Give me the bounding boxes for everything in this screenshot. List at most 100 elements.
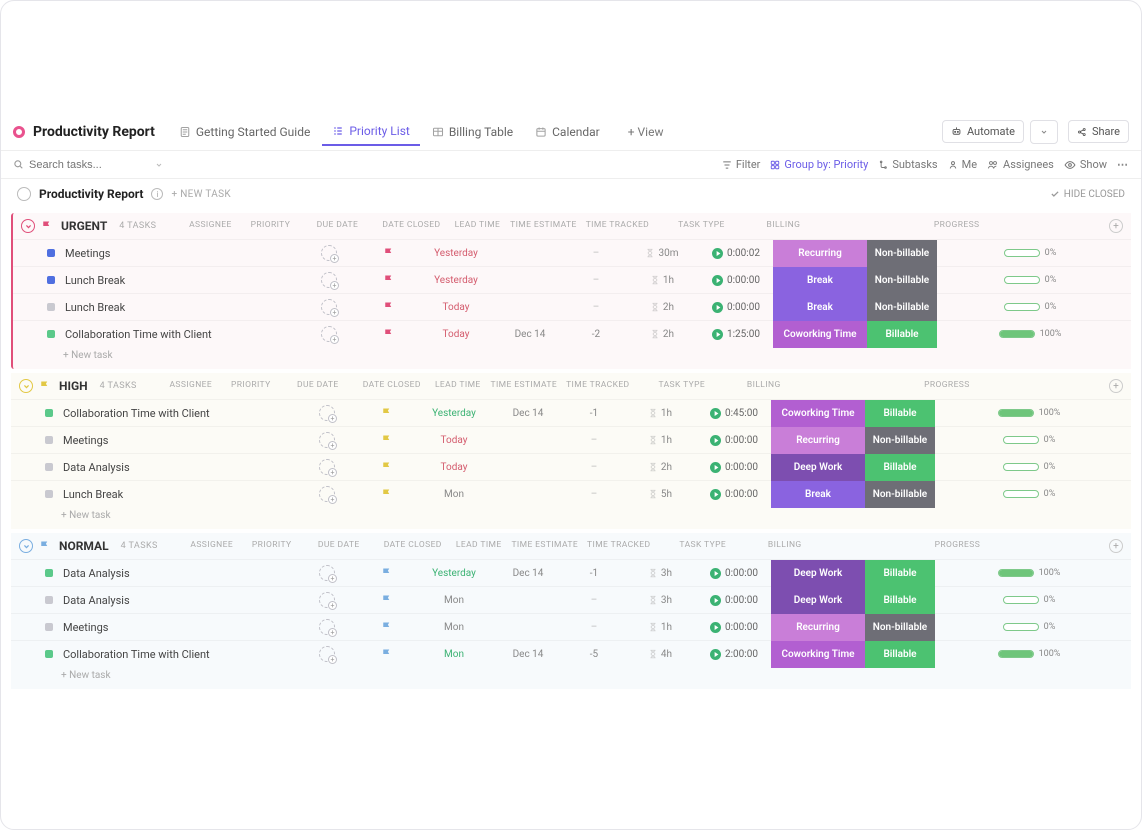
- task-type-cell[interactable]: Recurring: [773, 240, 867, 267]
- time-estimate-cell[interactable]: 1h: [623, 408, 697, 419]
- time-tracked-cell[interactable]: 0:00:00: [697, 595, 771, 606]
- task-name[interactable]: Lunch Break: [65, 301, 299, 314]
- task-name[interactable]: Lunch Break: [65, 274, 299, 287]
- progress-cell[interactable]: 0%: [937, 275, 1123, 285]
- time-estimate-cell[interactable]: 4h: [623, 649, 697, 660]
- col-time-estimate[interactable]: TIME ESTIMATE: [508, 540, 582, 550]
- assignee-cell[interactable]: +: [299, 299, 359, 315]
- add-column-button[interactable]: +: [1109, 379, 1123, 393]
- time-tracked-cell[interactable]: 0:45:00: [697, 408, 771, 419]
- due-date-cell[interactable]: Yesterday: [417, 408, 491, 419]
- assignee-cell[interactable]: +: [299, 326, 359, 342]
- billing-cell[interactable]: Non-billable: [867, 240, 937, 267]
- col-assignee[interactable]: ASSIGNEE: [180, 220, 240, 230]
- status-square[interactable]: [47, 303, 55, 311]
- col-task-type[interactable]: TASK TYPE: [654, 220, 748, 230]
- col-priority[interactable]: PRIORITY: [242, 540, 302, 550]
- col-priority[interactable]: PRIORITY: [221, 380, 281, 390]
- chevron-down-icon[interactable]: [155, 161, 163, 169]
- billing-cell[interactable]: Non-billable: [867, 267, 937, 294]
- col-lead-time[interactable]: LEAD TIME: [450, 540, 508, 550]
- priority-cell[interactable]: [357, 648, 417, 660]
- date-closed-cell[interactable]: Dec 14: [491, 649, 565, 660]
- list-new-task-button[interactable]: + NEW TASK: [171, 189, 230, 200]
- due-date-cell[interactable]: Today: [417, 435, 491, 446]
- task-type-cell[interactable]: Break: [771, 481, 865, 508]
- assignee-cell[interactable]: +: [297, 486, 357, 502]
- col-progress[interactable]: PROGRESS: [799, 380, 1095, 390]
- col-assignee[interactable]: ASSIGNEE: [161, 380, 221, 390]
- col-progress[interactable]: PROGRESS: [818, 220, 1095, 230]
- priority-cell[interactable]: [357, 488, 417, 500]
- billing-cell[interactable]: Billable: [865, 587, 935, 614]
- status-square[interactable]: [45, 463, 53, 471]
- tab-calendar[interactable]: Calendar: [525, 119, 610, 145]
- assignee-cell[interactable]: +: [297, 432, 357, 448]
- priority-cell[interactable]: [359, 274, 419, 286]
- assignees-button[interactable]: Assignees: [987, 158, 1054, 171]
- share-button[interactable]: Share: [1068, 120, 1129, 143]
- progress-cell[interactable]: 0%: [935, 595, 1123, 605]
- assignee-cell[interactable]: +: [297, 405, 357, 421]
- task-row[interactable]: Data Analysis + Yesterday Dec 14 -1 3h 0…: [11, 559, 1131, 586]
- priority-cell[interactable]: [359, 247, 419, 259]
- hide-closed-toggle[interactable]: HIDE CLOSED: [1050, 189, 1125, 200]
- progress-cell[interactable]: 0%: [937, 302, 1123, 312]
- priority-cell[interactable]: [359, 328, 419, 340]
- due-date-cell[interactable]: Yesterday: [419, 248, 493, 259]
- col-lead-time[interactable]: LEAD TIME: [429, 380, 487, 390]
- list-status-ring[interactable]: [17, 187, 31, 201]
- lead-time-cell[interactable]: -5: [565, 649, 623, 660]
- status-square[interactable]: [47, 276, 55, 284]
- progress-cell[interactable]: 0%: [935, 462, 1123, 472]
- new-task-row[interactable]: + New task: [13, 347, 1131, 369]
- task-row[interactable]: Collaboration Time with Client + Today D…: [13, 320, 1131, 347]
- lead-time-cell[interactable]: -2: [567, 329, 625, 340]
- show-button[interactable]: Show: [1064, 158, 1107, 171]
- billing-cell[interactable]: Billable: [865, 454, 935, 481]
- status-square[interactable]: [45, 650, 53, 658]
- assignee-cell[interactable]: +: [297, 619, 357, 635]
- due-date-cell[interactable]: Mon: [417, 595, 491, 606]
- task-name[interactable]: Lunch Break: [63, 488, 297, 501]
- assignee-cell[interactable]: +: [297, 459, 357, 475]
- task-type-cell[interactable]: Coworking Time: [771, 400, 865, 427]
- task-row[interactable]: Collaboration Time with Client + Yesterd…: [11, 399, 1131, 426]
- due-date-cell[interactable]: Mon: [417, 649, 491, 660]
- due-date-cell[interactable]: Mon: [417, 622, 491, 633]
- automate-dropdown[interactable]: [1030, 120, 1058, 144]
- collapse-toggle[interactable]: [19, 379, 33, 393]
- status-square[interactable]: [45, 436, 53, 444]
- task-row[interactable]: Lunch Break + Yesterday – 1h 0:00:00 Bre…: [13, 266, 1131, 293]
- date-closed-cell[interactable]: Dec 14: [491, 568, 565, 579]
- col-time-tracked[interactable]: TIME TRACKED: [580, 220, 654, 230]
- due-date-cell[interactable]: Mon: [417, 489, 491, 500]
- tab-priority-list[interactable]: Priority List: [322, 118, 419, 146]
- task-row[interactable]: Collaboration Time with Client + Mon Dec…: [11, 640, 1131, 667]
- collapse-toggle[interactable]: [19, 539, 33, 553]
- time-estimate-cell[interactable]: 1h: [623, 622, 697, 633]
- col-due-date[interactable]: DUE DATE: [302, 540, 376, 550]
- time-tracked-cell[interactable]: 2:00:00: [697, 649, 771, 660]
- due-date-cell[interactable]: Today: [419, 302, 493, 313]
- time-tracked-cell[interactable]: 0:00:00: [699, 302, 773, 313]
- task-name[interactable]: Meetings: [65, 247, 299, 260]
- time-estimate-cell[interactable]: 3h: [623, 568, 697, 579]
- priority-cell[interactable]: [359, 301, 419, 313]
- assignee-cell[interactable]: +: [297, 646, 357, 662]
- task-name[interactable]: Collaboration Time with Client: [63, 648, 297, 661]
- task-type-cell[interactable]: Recurring: [771, 427, 865, 454]
- assignee-cell[interactable]: +: [299, 272, 359, 288]
- status-square[interactable]: [45, 623, 53, 631]
- due-date-cell[interactable]: Today: [419, 329, 493, 340]
- time-estimate-cell[interactable]: 2h: [625, 329, 699, 340]
- time-estimate-cell[interactable]: 1h: [623, 435, 697, 446]
- search-input[interactable]: [29, 159, 139, 171]
- task-row[interactable]: Meetings + Mon – 1h 0:00:00 Recurring No…: [11, 613, 1131, 640]
- task-row[interactable]: Meetings + Today – 1h 0:00:00 Recurring …: [11, 426, 1131, 453]
- col-time-estimate[interactable]: TIME ESTIMATE: [487, 380, 561, 390]
- lead-time-cell[interactable]: –: [567, 248, 625, 259]
- time-tracked-cell[interactable]: 0:00:00: [697, 568, 771, 579]
- progress-cell[interactable]: 100%: [937, 329, 1123, 339]
- task-type-cell[interactable]: Break: [773, 294, 867, 321]
